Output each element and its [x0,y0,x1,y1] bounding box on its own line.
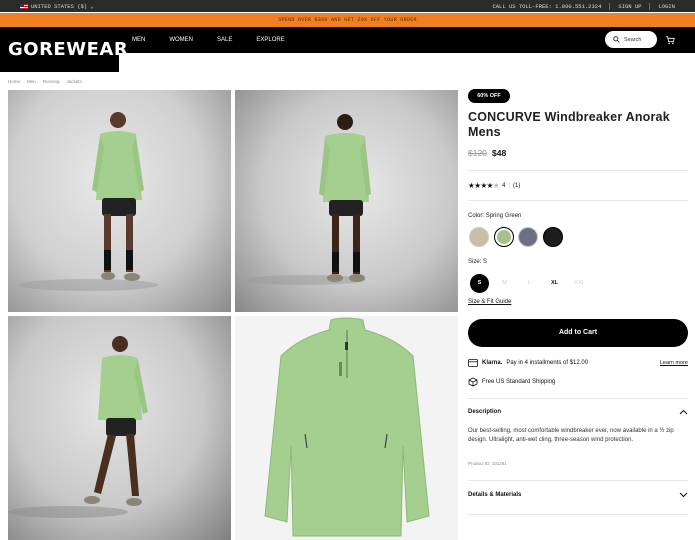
product-image-front[interactable] [8,90,231,312]
description-accordion-header[interactable]: Description [468,409,688,415]
klarna-brand: Klarna. [482,360,503,366]
country-label: UNITED STATES ($) [31,3,88,10]
klarna-text: Pay in 4 installments of $12.00 [506,360,589,366]
divider [468,170,688,171]
utility-bar: UNITED STATES ($) ⌄ CALL US TOLL-FREE: 1… [0,0,695,12]
size-option-xl[interactable]: XL [545,274,564,293]
divider [468,200,688,201]
site-logo[interactable]: GOREWEAR [0,27,128,72]
divider [649,3,651,10]
jacket-flat-figure [264,317,430,537]
nav-women[interactable]: WOMEN [169,37,193,43]
model-walking-figure [8,336,148,518]
star-rating-icon: ★★★★★ [468,181,500,190]
add-to-cart-button[interactable]: Add to Cart [468,319,688,347]
search-icon [613,36,620,43]
cart-icon[interactable] [665,35,675,45]
shipping-row: Free US Standard Shipping [468,377,555,387]
learn-more-link[interactable]: Learn more [660,360,688,366]
breadcrumb-home[interactable]: Home [8,79,20,84]
breadcrumb-jackets[interactable]: Jackets [67,79,82,84]
model-back-figure [245,114,371,285]
rating-value: 4 [502,182,506,189]
product-id: Product ID: 101261 [468,461,507,466]
size-option-xxl[interactable]: XXL [570,274,589,293]
klarna-row: Klarna. Pay in 4 installments of $12.00 … [468,359,688,367]
product-title: CONCURVE Windbreaker Anorak Mens [468,110,670,139]
swatch-beige[interactable] [469,227,489,247]
size-value: S [483,259,488,265]
promo-banner[interactable]: SPEND OVER $300 AND GET 20% OFF YOUR ORD… [0,13,695,27]
size-option-m[interactable]: M [495,274,514,293]
shipping-text: Free US Standard Shipping [482,379,556,385]
description-text: Our best-selling, most comfortable windb… [468,428,674,443]
product-image-back[interactable] [235,90,458,312]
size-option-s[interactable]: S [470,274,489,293]
sign-up-link[interactable]: SIGN UP [618,3,641,10]
chevron-up-icon [679,409,688,415]
breadcrumb-running[interactable]: Running [43,79,60,84]
nav-explore[interactable]: EXPLORE [256,37,284,43]
color-label-text: Color: [468,213,485,219]
discount-badge: 60% OFF [468,89,510,103]
rating-summary[interactable]: ★★★★★ 4 | (1) [468,181,520,190]
divider [609,3,611,10]
original-price: $120 [468,148,487,158]
separator: | [508,182,511,189]
details-accordion-header[interactable]: Details & Materials [468,492,688,498]
main-nav: MEN WOMEN SALE EXPLORE [132,37,285,43]
card-icon [468,359,478,367]
us-flag-icon [20,4,28,9]
product-image-flat[interactable] [235,316,458,540]
breadcrumb: Home Men Running Jackets [8,79,82,84]
package-icon [468,377,478,387]
description-title: Description [468,409,502,415]
search-button[interactable]: Search [605,31,657,48]
nav-men[interactable]: MEN [132,37,145,43]
swatch-black[interactable] [543,227,563,247]
breadcrumb-men[interactable]: Men [27,79,36,84]
swatch-spring-green[interactable] [494,227,514,247]
search-label: Search [624,36,642,43]
model-front-figure [18,112,158,291]
details-title: Details & Materials [468,492,522,498]
size-option-l[interactable]: L [520,274,539,293]
size-fit-guide-link[interactable]: Size & Fit Guide [468,299,511,305]
color-label: Color: Spring Green [468,213,521,219]
divider [468,480,688,481]
size-label: Size: S [468,259,487,265]
size-selector: S M L XL XXL [470,274,589,293]
phone-label: CALL US TOLL-FREE: 1.800.551.2324 [492,3,602,10]
swatch-slate[interactable] [518,227,538,247]
sale-price: $48 [492,148,507,158]
chevron-down-icon: ⌄ [90,3,94,10]
nav-sale[interactable]: SALE [217,37,232,43]
divider [468,398,688,399]
size-label-text: Size: [468,259,482,265]
country-selector[interactable]: UNITED STATES ($) ⌄ [20,3,93,10]
login-link[interactable]: LOGIN [658,3,675,10]
rating-count: (1) [513,182,521,189]
divider [468,514,688,515]
product-image-walking[interactable] [8,316,231,540]
chevron-down-icon [679,492,688,498]
color-value: Spring Green [485,213,522,219]
